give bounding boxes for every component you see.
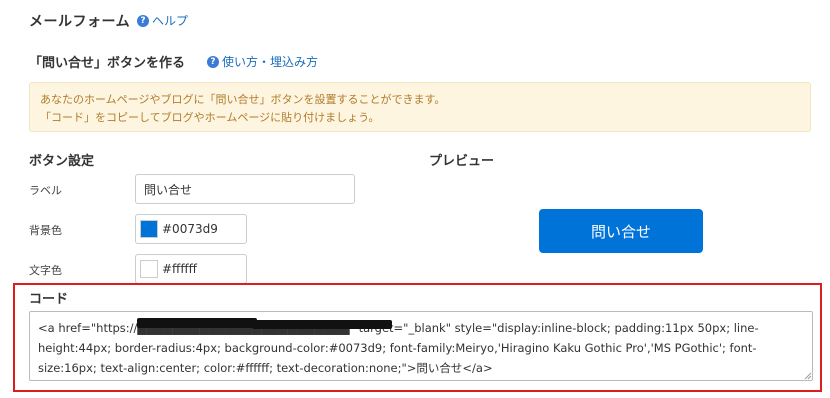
bg-color-swatch[interactable] (140, 220, 158, 238)
bg-color-input[interactable]: #0073d9 (135, 214, 247, 244)
text-color-input[interactable]: #ffffff (135, 254, 247, 284)
text-color-field-label: 文字色 (29, 264, 62, 277)
usage-link-label: 使い方・埋込み方 (222, 55, 319, 69)
question-circle-icon: ? (207, 55, 219, 68)
redaction-bar (137, 318, 257, 328)
bg-color-value: #0073d9 (162, 222, 218, 236)
question-circle-icon: ? (137, 14, 149, 27)
info-notice: あなたのホームページやブログに「問い合せ」ボタンを設置することができます。 「コ… (29, 82, 811, 132)
resize-grip-icon[interactable] (803, 371, 812, 380)
page-title: メールフォーム (29, 14, 131, 30)
help-link[interactable]: ? ヘルプ (137, 12, 188, 29)
text-color-value: #ffffff (162, 262, 197, 276)
notice-line-2: 「コード」をコピーしてブログやホームページに貼り付けましょう。 (40, 111, 380, 124)
notice-line-1: あなたのホームページやブログに「問い合せ」ボタンを設置することができます。 (40, 93, 446, 106)
button-settings-heading: ボタン設定 (29, 154, 95, 169)
label-input[interactable] (135, 174, 355, 204)
bg-color-field-label: 背景色 (29, 224, 62, 237)
text-color-swatch[interactable] (140, 260, 158, 278)
code-heading: コード (29, 292, 69, 307)
help-link-label: ヘルプ (152, 14, 189, 28)
usage-link[interactable]: ? 使い方・埋込み方 (207, 53, 318, 70)
redaction-bar (252, 320, 392, 329)
section-title: 「問い合せ」ボタンを作る (29, 56, 186, 71)
label-field-label: ラベル (29, 184, 62, 197)
preview-contact-button[interactable]: 問い合せ (539, 209, 703, 253)
preview-heading: プレビュー (429, 154, 495, 169)
